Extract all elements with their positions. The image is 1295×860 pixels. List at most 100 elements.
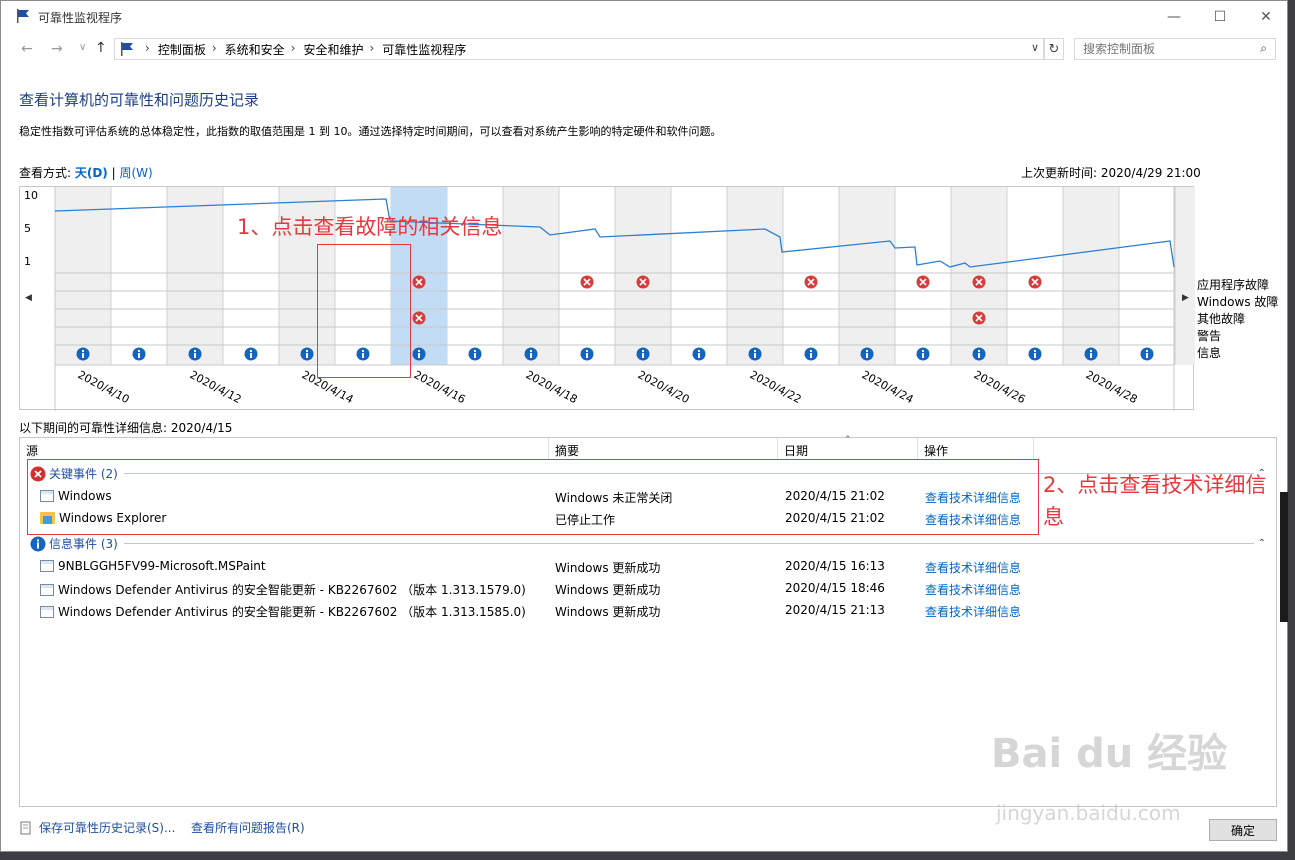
info-icon-dot: [194, 350, 196, 352]
reliability-chart-svg[interactable]: 10512020/4/10 2020/4/12 2020/4/14 2020/4/16…: [20, 187, 1231, 411]
info-icon-dot: [698, 350, 700, 352]
row-source: Windows Defender Antivirus 的安全智能更新 - KB2…: [58, 605, 526, 619]
info-icon-dot: [306, 350, 308, 352]
background-scrollbar: [1280, 492, 1288, 622]
view-week-link[interactable]: 周(W): [119, 166, 152, 180]
chevron-right-icon[interactable]: ›: [212, 41, 217, 58]
breadcrumb-control-panel[interactable]: 控制面板: [158, 41, 206, 58]
y-tick-label: 10: [24, 189, 38, 202]
info-icon-mark: [194, 353, 196, 358]
sort-ascending-icon: ⌃: [844, 435, 852, 445]
column-header-source[interactable]: 源: [20, 438, 549, 460]
update-app-icon: [40, 560, 54, 572]
annotation-step1: 1、点击查看故障的相关信息: [237, 215, 503, 239]
column-header-summary[interactable]: 摘要: [549, 438, 778, 460]
save-history-label[interactable]: 保存可靠性历史记录(S)...: [39, 819, 175, 836]
info-icon-mark: [866, 353, 868, 358]
info-icon-mark: [754, 353, 756, 358]
chevron-right-icon: ›: [145, 41, 150, 55]
row-date: 2020/4/15 16:13: [785, 559, 885, 573]
chart-scroll-left-icon[interactable]: ◀: [25, 293, 32, 303]
annotation-highlight-chart: [317, 244, 411, 378]
chart-column: [503, 187, 559, 365]
recent-dropdown-icon[interactable]: ∨: [79, 42, 86, 53]
table-row[interactable]: 9NBLGGH5FV99-Microsoft.MSPaint Windows 更…: [20, 556, 1276, 578]
date-tick-label: 2020/4/28: [1084, 368, 1140, 406]
info-icon-dot: [82, 350, 84, 352]
view-mode: 查看方式: 天(D) | 周(W): [19, 164, 153, 181]
chevron-down-icon[interactable]: ∨: [1031, 41, 1039, 54]
close-button[interactable]: ✕: [1243, 1, 1289, 32]
info-icon-dot: [978, 350, 980, 352]
view-technical-details-link[interactable]: 查看技术详细信息: [925, 581, 1021, 598]
chart-scroll-right-icon[interactable]: ▶: [1182, 293, 1189, 303]
ok-button[interactable]: 确定: [1209, 819, 1277, 841]
row-summary: Windows 更新成功: [555, 605, 661, 619]
chart-column: [1175, 187, 1231, 365]
column-header-action[interactable]: 操作: [918, 438, 1034, 460]
annotation-highlight-events: [27, 459, 1039, 535]
collapse-icon[interactable]: ⌃: [1258, 538, 1266, 549]
table-row[interactable]: Windows Defender Antivirus 的安全智能更新 - KB2…: [20, 578, 1276, 600]
info-icon-dot: [530, 350, 532, 352]
info-icon-dot: [1034, 350, 1036, 352]
view-technical-details-link[interactable]: 查看技术详细信息: [925, 603, 1021, 620]
row-source: Windows Defender Antivirus 的安全智能更新 - KB2…: [58, 583, 526, 597]
row-summary: Windows 更新成功: [555, 561, 661, 575]
info-icon-dot: [810, 350, 812, 352]
info-icon-mark: [82, 353, 84, 358]
row-date: 2020/4/15 18:46: [785, 581, 885, 595]
date-tick-label: 2020/4/12: [188, 368, 244, 406]
info-icon-dot: [586, 350, 588, 352]
back-arrow-icon[interactable]: ←: [21, 41, 33, 57]
date-tick-label: 2020/4/10: [76, 368, 132, 406]
save-history-link[interactable]: 保存可靠性历史记录(S)...: [19, 819, 175, 836]
info-icon-dot: [250, 350, 252, 352]
maximize-button[interactable]: ☐: [1197, 1, 1243, 32]
date-tick-label: 2020/4/24: [860, 368, 916, 406]
page-title: 查看计算机的可靠性和问题历史记录: [19, 91, 260, 109]
legend-warning: 警告: [1197, 329, 1222, 343]
group-info-events[interactable]: 信息事件 (3) ⌃: [30, 535, 1266, 552]
search-input[interactable]: [1075, 39, 1245, 59]
legend-windows-failure: Windows 故障: [1197, 295, 1279, 309]
search-icon[interactable]: ⌕: [1260, 41, 1267, 56]
forward-arrow-icon[interactable]: →: [51, 41, 63, 57]
view-mode-separator: |: [107, 166, 120, 180]
breadcrumb-security-maintenance[interactable]: 安全和维护: [303, 41, 363, 58]
window-title: 可靠性监视程序: [38, 11, 123, 25]
breadcrumb-system-security[interactable]: 系统和安全: [225, 41, 285, 58]
search-box[interactable]: ⌕: [1074, 38, 1276, 60]
up-arrow-icon[interactable]: ↑: [95, 40, 107, 56]
view-all-reports-link[interactable]: 查看所有问题报告(R): [191, 819, 305, 836]
view-technical-details-link[interactable]: 查看技术详细信息: [925, 559, 1021, 576]
page-description: 稳定性指数可评估系统的总体稳定性，此指数的取值范围是 1 到 10。通过选择特定…: [19, 125, 722, 138]
footer: 保存可靠性历史记录(S)... 查看所有问题报告(R): [1, 809, 1287, 853]
view-mode-label: 查看方式:: [19, 166, 75, 180]
info-icon-dot: [474, 350, 476, 352]
table-row[interactable]: Windows Defender Antivirus 的安全智能更新 - KB2…: [20, 600, 1276, 622]
info-icon-mark: [698, 353, 700, 358]
legend-info: 信息: [1197, 346, 1222, 360]
row-date: 2020/4/15 21:13: [785, 603, 885, 617]
date-tick-label: 2020/4/20: [636, 368, 692, 406]
info-icon-dot: [1146, 350, 1148, 352]
chevron-right-icon[interactable]: ›: [369, 41, 374, 58]
view-day-link[interactable]: 天(D): [75, 166, 108, 180]
address-bar[interactable]: › 控制面板 › 系统和安全 › 安全和维护 › 可靠性监视程序 ∨: [114, 38, 1044, 60]
breadcrumb: › 控制面板 › 系统和安全 › 安全和维护 › 可靠性监视程序: [139, 41, 466, 58]
info-icon-mark: [1146, 353, 1148, 358]
refresh-icon[interactable]: ↻: [1044, 38, 1064, 60]
chart-column: [839, 187, 895, 365]
info-icon-mark: [306, 353, 308, 358]
last-update-time: 上次更新时间: 2020/4/29 21:00: [1021, 166, 1201, 180]
breadcrumb-reliability-monitor[interactable]: 可靠性监视程序: [382, 41, 466, 58]
reliability-chart[interactable]: 10 5 1 2020/4/10 2020/4/12 2020/4/14 2020/4/16…: [19, 186, 1231, 411]
info-icon-mark: [642, 353, 644, 358]
chevron-right-icon[interactable]: ›: [291, 41, 296, 58]
minimize-button[interactable]: —: [1151, 1, 1197, 32]
y-tick-label: 5: [24, 222, 31, 235]
flag-icon: [121, 42, 133, 56]
info-icon-mark: [138, 353, 140, 358]
info-icon-mark: [250, 353, 252, 358]
